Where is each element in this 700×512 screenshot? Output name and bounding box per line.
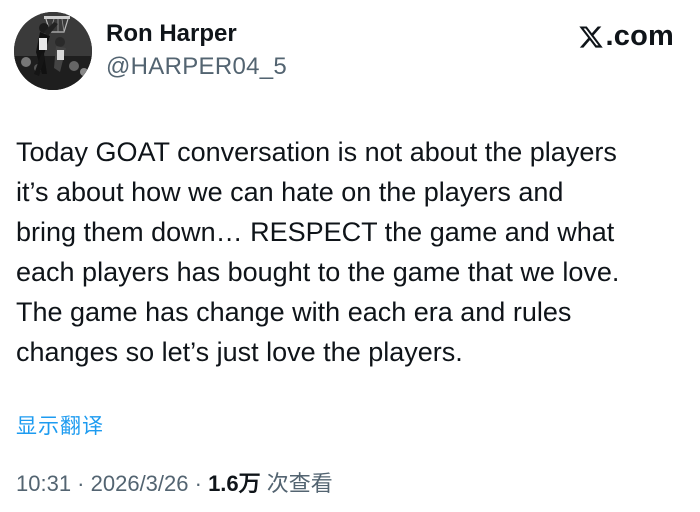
tweet-line: bring them down… RESPECT the game and wh… [16,217,615,247]
tweet-text: Today GOAT conversation is not about the… [16,132,688,372]
meta-separator: · [71,471,91,496]
tweet-date[interactable]: 2026/3/26 [91,471,189,496]
meta-separator: · [188,471,209,496]
tweet-line: each players has bought to the game that… [16,257,620,287]
tweet-line: it’s about how we can hate on the player… [16,177,564,207]
brand-domain: .com [605,20,674,52]
show-translation-link[interactable]: 显示翻译 [16,410,104,440]
views-count[interactable]: 1.6万 [208,471,261,496]
tweet-time[interactable]: 10:31 [16,471,71,496]
tweet-line: Today GOAT conversation is not about the… [16,137,617,167]
brand-watermark: .com [578,20,675,53]
basketball-photo-avatar [14,12,92,90]
x-logo-icon [578,25,603,48]
tweet-card: Ron Harper @HARPER04_5 .com Today GOAT c… [0,0,700,512]
tweet-line: changes so let’s just love the players. [16,337,463,367]
avatar[interactable] [14,12,92,90]
tweet-line: The game has change with each era and ru… [16,297,572,327]
author-handle[interactable]: @HARPER04_5 [106,53,287,81]
tweet-meta: 10:31 · 2026/3/26 · 1.6万 次查看 [16,466,333,498]
author-name[interactable]: Ron Harper [106,20,237,48]
views-label: 次查看 [260,471,333,496]
